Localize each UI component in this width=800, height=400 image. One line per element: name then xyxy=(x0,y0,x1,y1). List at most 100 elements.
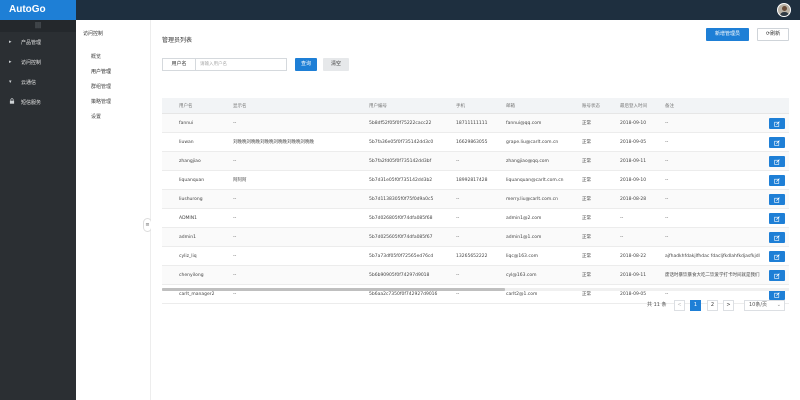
edit-button[interactable] xyxy=(769,270,785,281)
page-1-button[interactable]: 1 xyxy=(690,300,701,311)
cell-user-id: 5b7fa2fd05f0f735142dd3bf xyxy=(369,158,432,164)
cell-username: ADMIN1 xyxy=(179,215,197,221)
username-search-input[interactable] xyxy=(195,58,287,71)
sidebar-item-label: 产品管理 xyxy=(21,39,42,46)
sidebar-item-access-control[interactable]: ▸ 访问控制 xyxy=(0,52,76,72)
column-header-status[interactable]: 账号状态 xyxy=(582,98,619,113)
edit-button[interactable] xyxy=(769,137,785,148)
scrollbar-thumb[interactable] xyxy=(162,288,505,291)
cell-user-id: 5b8df52f05f0f75222cacc22 xyxy=(369,120,432,126)
cell-last-login: 2018-09-11 xyxy=(620,272,647,278)
main-content: 管理员列表 新增管理员 ⟳刷新 用户名 查询 清空 用户名 显示名 用户编号 手… xyxy=(151,20,800,400)
table-row: liquanquan 阿阿阿 5b7d31e05f0f735142dd3b2 1899… xyxy=(162,171,789,190)
subnav-item-group-management[interactable]: 群组管理 xyxy=(91,83,111,90)
cell-phone: 16629863055 xyxy=(456,139,488,145)
page-title: 管理员列表 xyxy=(162,37,193,44)
cell-display-name: -- xyxy=(233,158,237,164)
cell-phone: -- xyxy=(456,215,460,221)
edit-button[interactable] xyxy=(769,213,785,224)
column-header-phone[interactable]: 手机 xyxy=(456,98,505,113)
cell-user-id: 5b7d1138305f0f75f0d9a0c5 xyxy=(369,196,434,202)
sidebar-item-cloud-communication[interactable]: ▾ 云通信 xyxy=(0,72,76,92)
new-admin-button[interactable]: 新增管理员 xyxy=(706,28,749,41)
sidebar-item-sms-service[interactable]: 短信服务 xyxy=(0,92,76,112)
refresh-button-label: 刷新 xyxy=(770,31,781,37)
subnav-item-settings[interactable]: 设置 xyxy=(91,113,101,120)
page-size-value: 10条/页 xyxy=(749,302,768,308)
sub-navigation: 访问控制 概览 用户管理 群组管理 策略管理 设置 xyxy=(76,20,151,400)
cell-username: liquanquan xyxy=(179,177,205,183)
edit-button[interactable] xyxy=(769,175,785,186)
cell-user-id: 5b7a73df05f0f72565ed76cd xyxy=(369,253,434,259)
cell-remark: 废话时暴饮暴食大吃二饮爱学打卡时间就是我们 xyxy=(665,273,760,278)
clear-button[interactable]: 清空 xyxy=(323,58,349,71)
cell-remark: -- xyxy=(665,177,669,183)
edit-icon xyxy=(774,253,780,260)
cell-status: 正常 xyxy=(582,121,591,126)
page-size-select[interactable]: 10条/页 ⌄ xyxy=(744,300,785,311)
prev-page-button[interactable]: < xyxy=(674,300,685,311)
table-row: zhangjiao -- 5b7fa2fd05f0f735142dd3bf -- zha… xyxy=(162,152,789,171)
page-2-button[interactable]: 2 xyxy=(707,300,718,311)
edit-button[interactable] xyxy=(769,118,785,129)
edit-icon xyxy=(774,272,780,279)
total-count: 共 11 条 xyxy=(647,302,667,308)
table-row: chenyilong -- 5b6b90905f0f74297d9018 -- cyl@… xyxy=(162,266,789,285)
cell-remark: -- xyxy=(665,234,669,240)
cell-username: admin1 xyxy=(179,234,196,240)
cell-username: chenyilong xyxy=(179,272,204,278)
cell-remark: -- xyxy=(665,215,669,221)
cell-last-login: 2018-08-22 xyxy=(620,253,647,259)
table-row: fannui -- 5b8df52f05f0f75222cacc22 18711111… xyxy=(162,114,789,133)
search-field-label: 用户名 xyxy=(162,58,195,71)
column-header-display-name[interactable]: 显示名 xyxy=(233,98,369,113)
next-page-button[interactable]: > xyxy=(723,300,734,311)
table-row: cyliz_liq -- 5b7a73df05f0f72565ed76cd 13265… xyxy=(162,247,789,266)
app-logo[interactable]: AutoGo xyxy=(0,0,76,20)
cell-status: 正常 xyxy=(582,254,591,259)
cell-email: liquanquan@carlt.com.cn xyxy=(506,177,564,183)
cell-last-login: -- xyxy=(620,215,624,221)
lock-icon xyxy=(9,98,17,106)
query-button[interactable]: 查询 xyxy=(295,58,317,71)
user-avatar[interactable] xyxy=(777,3,791,17)
edit-icon xyxy=(774,215,780,222)
column-header-email[interactable]: 邮箱 xyxy=(506,98,583,113)
cell-display-name: -- xyxy=(233,234,237,240)
cell-phone: 18992817428 xyxy=(456,177,488,183)
cell-display-name: 刘晚晚刘晚晚刘晚晚刘晚晚刘晚晚刘晚晚 xyxy=(233,140,314,145)
cell-email: cyl@163.com xyxy=(506,272,537,278)
sidebar-item-products[interactable]: ▸ 产品管理 xyxy=(0,32,76,52)
cell-display-name: -- xyxy=(233,196,237,202)
cell-email: fannui@qq.com xyxy=(506,120,542,126)
column-header-last-login[interactable]: 最后登入时间 xyxy=(620,98,664,113)
refresh-button[interactable]: ⟳刷新 xyxy=(757,28,789,41)
edit-icon xyxy=(774,177,780,184)
cell-status: 正常 xyxy=(582,140,591,145)
edit-button[interactable] xyxy=(769,232,785,243)
sidebar-collapse-toggle[interactable]: ||| xyxy=(0,20,76,32)
column-header-remark[interactable]: 备注 xyxy=(665,98,766,113)
cell-email: merry.liu@carlt.com.cn xyxy=(506,196,558,202)
edit-button[interactable] xyxy=(769,194,785,205)
main-sidebar: ||| ▸ 产品管理 ▸ 访问控制 ▾ 云通信 短信服务 xyxy=(0,20,76,400)
table-body: fannui -- 5b8df52f05f0f75222cacc22 18711111… xyxy=(162,114,789,304)
sidebar-item-label: 短信服务 xyxy=(21,99,42,106)
cell-phone: 18711111111 xyxy=(456,120,488,126)
edit-button[interactable] xyxy=(769,251,785,262)
cell-user-id: 5b7fa36e05f0f735142dd3c0 xyxy=(369,139,434,145)
cell-email: liqc@163.com xyxy=(506,253,538,259)
table-row: ADMIN1 -- 5b7d026805f0f74dfa085f68 -- admin1… xyxy=(162,209,789,228)
column-header-username[interactable]: 用户名 xyxy=(179,98,239,113)
subnav-item-policy-management[interactable]: 策略管理 xyxy=(91,98,111,105)
sidebar-item-label: 云通信 xyxy=(21,79,37,86)
column-header-user-id[interactable]: 用户编号 xyxy=(369,98,455,113)
cell-display-name: 阿阿阿 xyxy=(233,178,247,183)
edit-button[interactable] xyxy=(769,156,785,167)
cell-display-name: -- xyxy=(233,215,237,221)
subnav-item-overview[interactable]: 概览 xyxy=(91,53,101,60)
cell-user-id: 5b6b90905f0f74297d9018 xyxy=(369,272,430,278)
horizontal-scrollbar[interactable] xyxy=(162,288,789,291)
subnav-item-user-management[interactable]: 用户管理 xyxy=(91,68,111,75)
cell-email: admin1@2.com xyxy=(506,215,542,221)
